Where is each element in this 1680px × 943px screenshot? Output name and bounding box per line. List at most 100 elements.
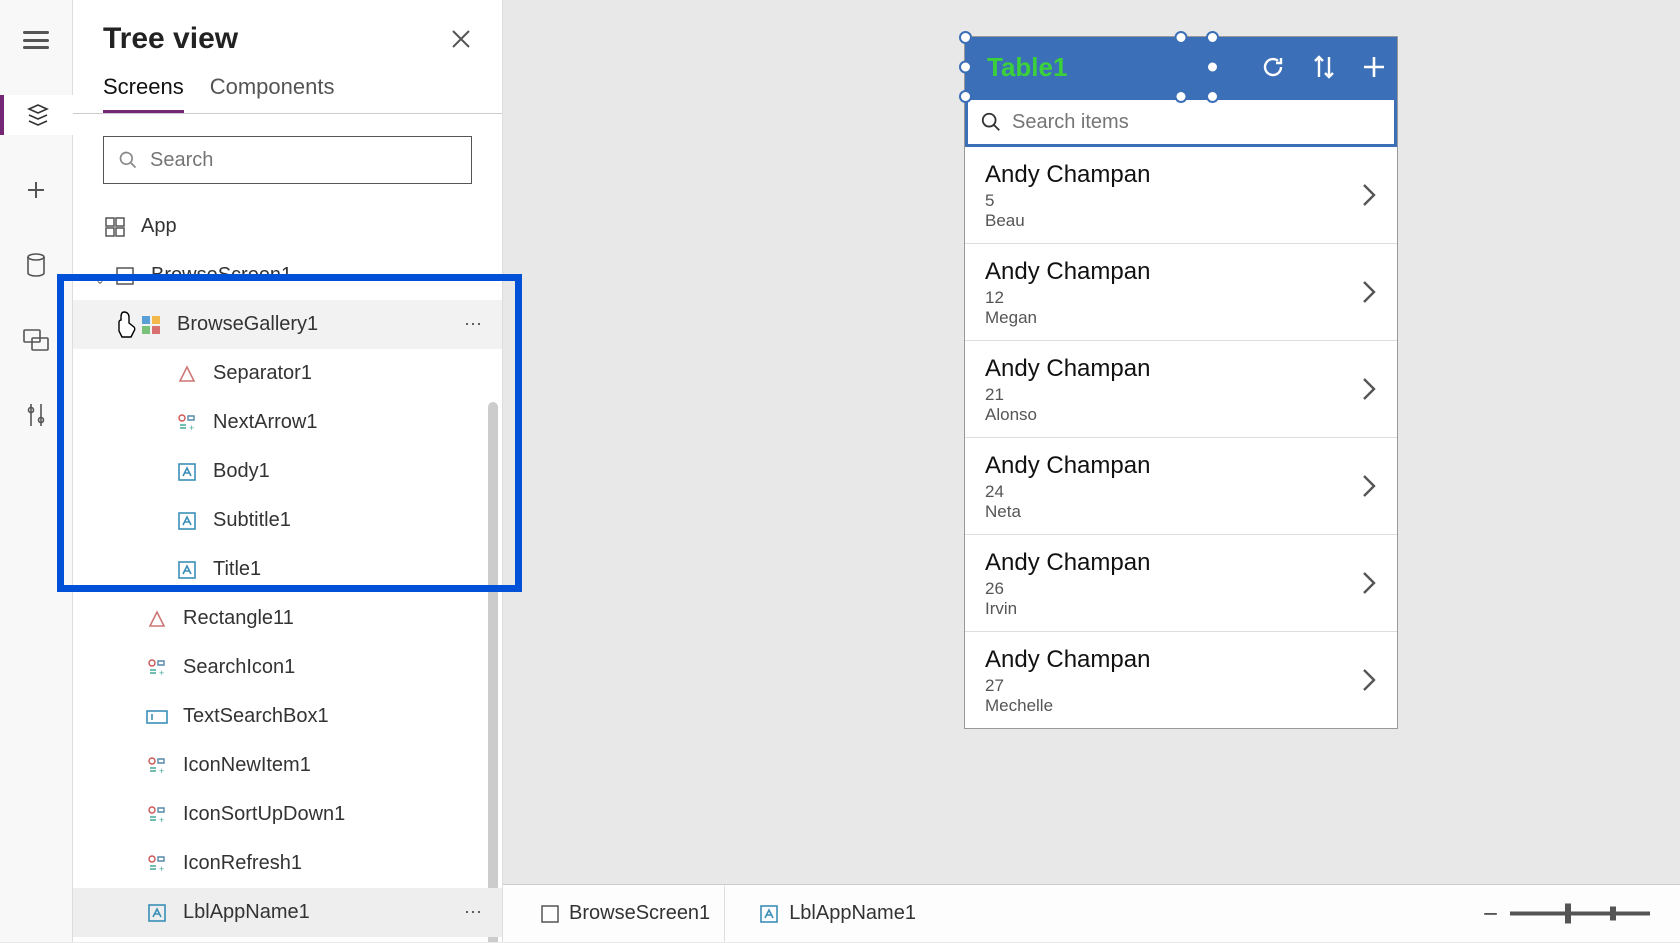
list-item-body: Alonso [985, 405, 1379, 425]
gallery-icon [139, 313, 163, 337]
list-item-subtitle: 27 [985, 676, 1379, 696]
list-item-title: Andy Champan [985, 258, 1379, 286]
group-icon: + [145, 852, 169, 876]
tree-browsegallery[interactable]: › BrowseGallery1 ⋯ [73, 300, 502, 349]
svg-text:+: + [159, 815, 164, 825]
list-item[interactable]: Andy Champan27Mechelle [965, 632, 1397, 728]
label-icon [175, 460, 199, 484]
tree-item-label: Separator1 [213, 362, 484, 385]
tree-search-box[interactable] [103, 136, 472, 184]
search-items-input[interactable] [1012, 111, 1382, 134]
tree-item-label: Rectangle11 [183, 607, 484, 630]
chevron-right-icon[interactable] [1361, 570, 1377, 596]
tab-components[interactable]: Components [210, 74, 335, 113]
hamburger-menu[interactable] [16, 20, 56, 60]
tree-item-label: LblAppName1 [183, 901, 464, 924]
screen-icon [113, 264, 137, 288]
label-icon [145, 901, 169, 925]
search-items-box[interactable] [965, 97, 1397, 147]
list-item-body: Megan [985, 308, 1379, 328]
add-icon[interactable] [1361, 54, 1387, 80]
tree-textsearchbox1[interactable]: TextSearchBox1 [73, 692, 502, 741]
list-item-title: Andy Champan [985, 452, 1379, 480]
tree-iconsortupdown1[interactable]: + IconSortUpDown1 [73, 790, 502, 839]
tree-iconnewitem1[interactable]: + IconNewItem1 [73, 741, 502, 790]
group-icon: + [175, 411, 199, 435]
tree-body1[interactable]: Body1 [73, 447, 502, 496]
tree-item-label: IconNewItem1 [183, 754, 484, 777]
chevron-down-icon[interactable]: ˬ [91, 267, 109, 285]
tree-rectangle11[interactable]: Rectangle11 [73, 594, 502, 643]
tree-item-label: BrowseScreen1 [151, 264, 484, 287]
tree-view-icon[interactable] [0, 95, 73, 135]
list-item-subtitle: 26 [985, 579, 1379, 599]
list-item[interactable]: Andy Champan21Alonso [965, 341, 1397, 438]
app-preview[interactable]: Table1 Andy Champan5BeauAndy Champan12Me… [964, 36, 1398, 729]
tools-icon[interactable] [16, 395, 56, 435]
tree-searchicon1[interactable]: + SearchIcon1 [73, 643, 502, 692]
list-item-subtitle: 5 [985, 191, 1379, 211]
tree-item-label: IconSortUpDown1 [183, 803, 484, 826]
data-icon[interactable] [16, 245, 56, 285]
tree-separator1[interactable]: Separator1 [73, 349, 502, 398]
tree-item-label: TextSearchBox1 [183, 705, 484, 728]
tree-app[interactable]: App [73, 202, 502, 251]
zoom-out-button[interactable]: − [1483, 898, 1498, 929]
chevron-right-icon[interactable] [1361, 279, 1377, 305]
tree-item-label: Title1 [213, 558, 484, 581]
chevron-right-icon[interactable] [1361, 376, 1377, 402]
svg-text:+: + [159, 766, 164, 776]
list-item-subtitle: 21 [985, 385, 1379, 405]
list-item-title: Andy Champan [985, 646, 1379, 674]
chevron-right-icon[interactable] [1361, 182, 1377, 208]
tree-nextarrow1[interactable]: + NextArrow1 [73, 398, 502, 447]
list-item-body: Neta [985, 502, 1379, 522]
group-icon: + [145, 803, 169, 827]
breadcrumb-control[interactable]: LblAppName1 [741, 896, 934, 931]
group-icon: + [145, 754, 169, 778]
chevron-right-icon[interactable] [1361, 667, 1377, 693]
gallery-list[interactable]: Andy Champan5BeauAndy Champan12MeganAndy… [965, 147, 1397, 728]
tree-item-label: NextArrow1 [213, 411, 484, 434]
list-item-subtitle: 24 [985, 482, 1379, 502]
tree-title1[interactable]: Title1 [73, 545, 502, 594]
tree-browsescreen[interactable]: ˬ BrowseScreen1 [73, 251, 502, 300]
tab-screens[interactable]: Screens [103, 74, 184, 113]
list-item[interactable]: Andy Champan5Beau [965, 147, 1397, 244]
list-item-subtitle: 12 [985, 288, 1379, 308]
svg-text:+: + [159, 668, 164, 678]
label-icon [175, 558, 199, 582]
list-item-title: Andy Champan [985, 549, 1379, 577]
tree-lblappname1[interactable]: LblAppName1 ⋯ [73, 888, 502, 937]
tree-item-more[interactable]: ⋯ [464, 314, 484, 335]
insert-icon[interactable] [16, 170, 56, 210]
tree-item-label: IconRefresh1 [183, 852, 484, 875]
list-item-title: Andy Champan [985, 161, 1379, 189]
app-icon [103, 215, 127, 239]
tree-item-more[interactable]: ⋯ [464, 902, 484, 923]
refresh-icon[interactable] [1259, 53, 1287, 81]
svg-text:+: + [159, 864, 164, 874]
breadcrumb-screen[interactable]: BrowseScreen1 [523, 896, 728, 931]
sort-icon[interactable] [1311, 53, 1337, 81]
list-item-body: Mechelle [985, 696, 1379, 716]
list-item[interactable]: Andy Champan26Irvin [965, 535, 1397, 632]
close-panel-button[interactable] [450, 28, 472, 50]
list-item[interactable]: Andy Champan24Neta [965, 438, 1397, 535]
breadcrumb-label: BrowseScreen1 [569, 902, 710, 925]
tree-item-label: SearchIcon1 [183, 656, 484, 679]
breadcrumb-label: LblAppName1 [789, 902, 916, 925]
shape-icon [175, 362, 199, 386]
list-item[interactable]: Andy Champan12Megan [965, 244, 1397, 341]
tree-item-label: Body1 [213, 460, 484, 483]
chevron-right-icon[interactable] [1361, 473, 1377, 499]
tree-item-label: Subtitle1 [213, 509, 484, 532]
tree-item-label: App [141, 215, 484, 238]
screen-icon [541, 905, 559, 923]
zoom-slider[interactable] [1510, 912, 1650, 916]
media-icon[interactable] [16, 320, 56, 360]
tree-subtitle1[interactable]: Subtitle1 [73, 496, 502, 545]
tree-iconrefresh1[interactable]: + IconRefresh1 [73, 839, 502, 888]
app-header[interactable]: Table1 [965, 37, 1397, 97]
tree-search-input[interactable] [150, 149, 457, 172]
